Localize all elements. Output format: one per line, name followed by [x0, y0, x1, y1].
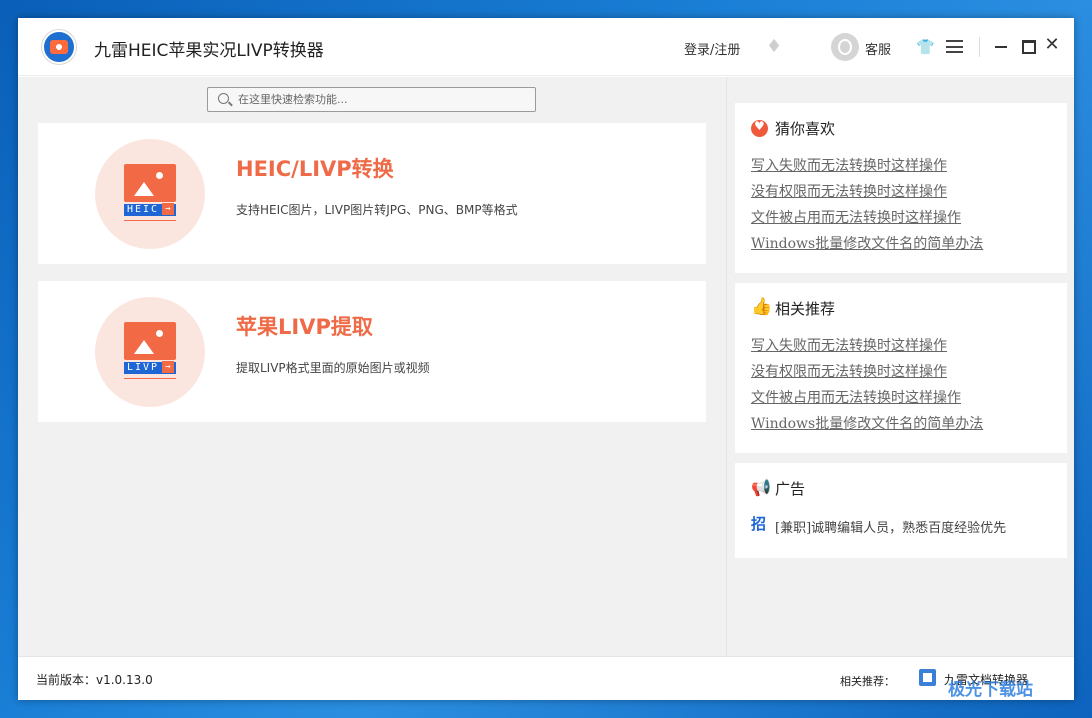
megaphone-icon: 📢 [751, 478, 771, 497]
status-footer: 当前版本：v1.0.13.0 相关推荐： 九雷文档转换器 极光下载站 [18, 656, 1074, 700]
ad-panel: 📢 广告 招 [兼职]诚聘编辑人员，熟悉百度经验优先 [735, 463, 1067, 558]
card-title[interactable]: 苹果LIVP提取 [236, 311, 373, 341]
menu-icon[interactable] [946, 40, 963, 53]
image-file-icon: HEIC [124, 164, 176, 222]
image-file-icon: LIVP [124, 322, 176, 380]
article-link[interactable]: 写入失败而无法转换时这样操作 [751, 156, 983, 182]
search-icon [218, 93, 229, 104]
recruit-icon: 招 [751, 513, 766, 534]
heart-icon [751, 120, 768, 137]
link-list: 写入失败而无法转换时这样操作 没有权限而无法转换时这样操作 文件被占用而无法转换… [751, 156, 983, 260]
login-register-link[interactable]: 登录/注册 [684, 39, 740, 58]
search-box[interactable] [207, 87, 536, 112]
customer-service-link[interactable]: 客服 [865, 39, 891, 58]
app-logo-icon [42, 30, 76, 64]
article-link[interactable]: 没有权限而无法转换时这样操作 [751, 182, 983, 208]
maximize-button[interactable] [1017, 35, 1037, 55]
thumbs-up-icon: 👍 [751, 297, 772, 317]
article-link[interactable]: Windows批量修改文件名的简单办法 [751, 414, 983, 440]
article-link[interactable]: 没有权限而无法转换时这样操作 [751, 362, 983, 388]
article-link[interactable]: 文件被占用而无法转换时这样操作 [751, 388, 983, 414]
livp-extract-card[interactable]: LIVP 苹果LIVP提取 提取LIVP格式里面的原始图片或视频 [38, 281, 706, 422]
customer-service-icon[interactable] [831, 33, 859, 61]
document-converter-icon[interactable] [919, 669, 936, 686]
card-description: 支持HEIC图片，LIVP图片转JPG、PNG、BMP等格式 [236, 201, 518, 218]
guess-you-like-panel: 猜你喜欢 写入失败而无法转换时这样操作 没有权限而无法转换时这样操作 文件被占用… [735, 103, 1067, 273]
site-watermark: 极光下载站 [948, 675, 1074, 701]
panel-heading-text: 广告 [775, 478, 805, 499]
link-list: 写入失败而无法转换时这样操作 没有权限而无法转换时这样操作 文件被占用而无法转换… [751, 336, 983, 440]
picture-icon [124, 164, 176, 202]
search-input[interactable] [238, 91, 518, 108]
version-label: 当前版本：v1.0.13.0 [36, 671, 153, 688]
app-title: 九雷HEIC苹果实况LIVP转换器 [94, 36, 324, 61]
icon-underline [124, 376, 176, 379]
right-sidebar: 猜你喜欢 写入失败而无法转换时这样操作 没有权限而无法转换时这样操作 文件被占用… [726, 77, 1074, 656]
main-panel: HEIC HEIC/LIVP转换 支持HEIC图片，LIVP图片转JPG、PNG… [18, 77, 726, 656]
title-bar: 九雷HEIC苹果实况LIVP转换器 登录/注册 ♦ 客服 👕 ✕ [18, 18, 1074, 76]
related-recommend-panel: 👍 相关推荐 写入失败而无法转换时这样操作 没有权限而无法转换时这样操作 文件被… [735, 283, 1067, 453]
heic-convert-icon: HEIC [95, 139, 205, 249]
titlebar-divider [979, 37, 980, 57]
icon-format-label: LIVP [124, 362, 176, 374]
icon-underline [124, 218, 176, 221]
ad-link[interactable]: [兼职]诚聘编辑人员，熟悉百度经验优先 [775, 517, 1006, 536]
recommend-label: 相关推荐： [840, 673, 895, 689]
article-link[interactable]: 文件被占用而无法转换时这样操作 [751, 208, 983, 234]
icon-format-label: HEIC [124, 204, 176, 216]
article-link[interactable]: Windows批量修改文件名的简单办法 [751, 234, 983, 260]
card-title[interactable]: HEIC/LIVP转换 [236, 153, 394, 183]
app-window: 九雷HEIC苹果实况LIVP转换器 登录/注册 ♦ 客服 👕 ✕ HEIC HE… [18, 18, 1074, 700]
panel-heading-text: 猜你喜欢 [775, 118, 835, 139]
skin-shirt-icon[interactable]: 👕 [916, 38, 935, 56]
heic-livp-convert-card[interactable]: HEIC HEIC/LIVP转换 支持HEIC图片，LIVP图片转JPG、PNG… [38, 123, 706, 264]
picture-icon [124, 322, 176, 360]
livp-extract-icon: LIVP [95, 297, 205, 407]
minimize-button[interactable] [991, 35, 1011, 55]
panel-heading-text: 相关推荐 [775, 298, 835, 319]
close-button[interactable]: ✕ [1042, 35, 1062, 55]
vip-diamond-icon[interactable]: ♦ [766, 38, 786, 56]
article-link[interactable]: 写入失败而无法转换时这样操作 [751, 336, 983, 362]
card-description: 提取LIVP格式里面的原始图片或视频 [236, 359, 430, 376]
